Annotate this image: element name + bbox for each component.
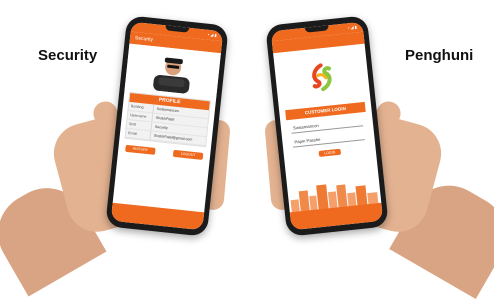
login-card: CUSTOMER LOGIN Swissmancon Papm Passhe L… [285, 101, 370, 160]
history-button[interactable]: HISTORY [125, 144, 156, 155]
logo-area [273, 44, 371, 111]
login-button[interactable]: LOGIN [318, 148, 342, 157]
row-key: Email [125, 128, 152, 140]
security-label: Security [38, 47, 98, 64]
resident-phone: ▪ ◢ ▮ CUSTOMER LOGIN Swissmancon Papm Pa… [265, 15, 389, 237]
bottom-band [110, 202, 205, 231]
penghuni-label: Penghuni [405, 47, 474, 64]
resident-screen: ▪ ◢ ▮ CUSTOMER LOGIN Swissmancon Papm Pa… [270, 21, 384, 231]
security-screen: ▪ ◢ ▮ Security PROFILE Building Swissmanc… [110, 21, 224, 231]
profile-card: PROFILE Building Swissmancon Username Shob… [124, 91, 211, 148]
row-value: Security [154, 124, 168, 131]
app-logo-icon [312, 63, 332, 92]
security-guard-avatar [153, 57, 190, 94]
logout-button[interactable]: LOGOUT [172, 149, 204, 160]
